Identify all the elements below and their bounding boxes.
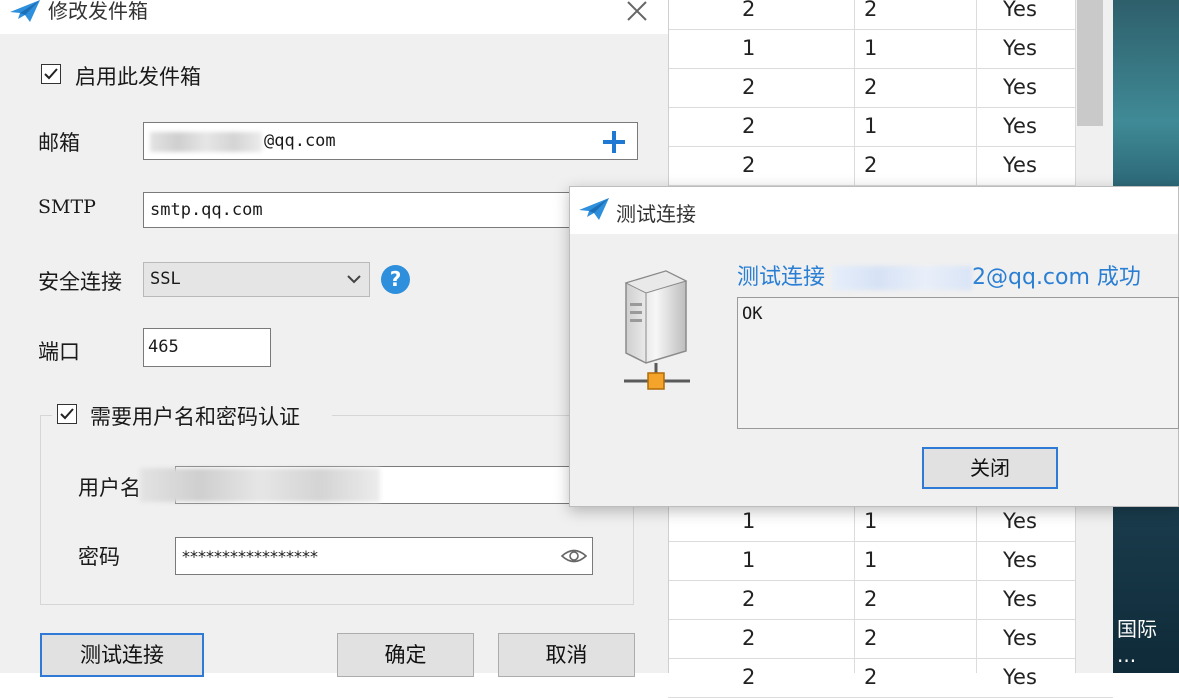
test-output-text: OK bbox=[742, 304, 763, 324]
chevron-down-icon bbox=[347, 275, 361, 284]
cell: 2 bbox=[742, 626, 756, 650]
cell: Yes bbox=[1003, 626, 1037, 650]
scrollbar-thumb[interactable] bbox=[1077, 0, 1103, 126]
checkmark-icon bbox=[44, 68, 58, 80]
email-field[interactable]: @qq.com bbox=[143, 122, 638, 160]
cell: 1 bbox=[742, 36, 756, 60]
paper-plane-icon bbox=[579, 198, 609, 220]
table-row[interactable]: 1 1 Yes bbox=[668, 29, 1113, 69]
username-label: 用户名 bbox=[78, 476, 141, 500]
cancel-button[interactable]: 取消 bbox=[498, 633, 635, 677]
close-icon[interactable] bbox=[622, 0, 652, 26]
test-connection-button[interactable]: 测试连接 bbox=[40, 633, 204, 677]
security-value: SSL bbox=[150, 269, 181, 289]
port-field[interactable]: 465 bbox=[143, 328, 271, 367]
smtp-label: SMTP bbox=[38, 196, 96, 218]
cell: 1 bbox=[742, 548, 756, 572]
paper-plane-icon bbox=[10, 0, 40, 22]
enable-outbox-checkbox[interactable] bbox=[41, 64, 61, 84]
cell: 2 bbox=[742, 153, 756, 177]
email-value: @qq.com bbox=[264, 131, 336, 151]
server-icon bbox=[624, 270, 690, 390]
cell: Yes bbox=[1003, 114, 1037, 138]
cell: 2 bbox=[864, 75, 878, 99]
message-prefix: 测试连接 bbox=[737, 265, 826, 290]
cell: 1 bbox=[864, 36, 878, 60]
cell: 2 bbox=[864, 0, 878, 21]
table-row[interactable]: 1 1 Yes bbox=[668, 541, 1113, 581]
port-label: 端口 bbox=[38, 340, 80, 364]
cell: Yes bbox=[1003, 587, 1037, 611]
cell: 2 bbox=[864, 626, 878, 650]
plus-icon[interactable] bbox=[602, 130, 626, 154]
dialog-titlebar: 测试连接 bbox=[570, 187, 1178, 234]
cell: 2 bbox=[864, 587, 878, 611]
cell: Yes bbox=[1003, 75, 1037, 99]
cell: 2 bbox=[742, 0, 756, 21]
auth-group bbox=[40, 415, 634, 605]
cell: Yes bbox=[1003, 0, 1037, 21]
redacted-text bbox=[150, 132, 262, 152]
smtp-value: smtp.qq.com bbox=[150, 200, 263, 220]
security-label: 安全连接 bbox=[38, 270, 122, 294]
cell: Yes bbox=[1003, 665, 1037, 689]
cell: 1 bbox=[864, 548, 878, 572]
dialog-titlebar: 修改发件箱 bbox=[0, 0, 668, 34]
table-row[interactable]: 2 1 Yes bbox=[668, 107, 1113, 147]
cell: Yes bbox=[1003, 509, 1037, 533]
security-select[interactable]: SSL bbox=[143, 262, 370, 297]
table-row[interactable]: 2 2 Yes bbox=[668, 0, 1113, 30]
redacted-text bbox=[832, 266, 973, 290]
password-field[interactable]: ***************** bbox=[175, 537, 593, 575]
cell: 2 bbox=[742, 114, 756, 138]
caption-line: 国际 bbox=[1117, 617, 1157, 641]
table-row[interactable]: 2 2 Yes bbox=[668, 146, 1113, 186]
message-suffix: 2@qq.com 成功 bbox=[972, 265, 1141, 290]
password-label: 密码 bbox=[78, 545, 120, 569]
dialog-title: 修改发件箱 bbox=[48, 0, 148, 23]
table-row[interactable]: 2 2 Yes bbox=[668, 580, 1113, 620]
table-row[interactable]: 1 1 Yes bbox=[668, 502, 1113, 542]
caption-line: ... bbox=[1117, 643, 1137, 667]
auth-label: 需要用户名和密码认证 bbox=[90, 405, 300, 429]
cell: 2 bbox=[742, 665, 756, 689]
cell: 1 bbox=[864, 114, 878, 138]
cell: 2 bbox=[864, 153, 878, 177]
ok-button[interactable]: 确定 bbox=[337, 633, 474, 677]
cell: 2 bbox=[742, 587, 756, 611]
checkmark-icon bbox=[60, 408, 74, 420]
cell: 1 bbox=[864, 509, 878, 533]
redacted-username bbox=[140, 468, 380, 502]
cell: Yes bbox=[1003, 153, 1037, 177]
test-result-message: 测试连接 2@qq.com 成功 bbox=[737, 259, 1141, 291]
cell: 2 bbox=[742, 75, 756, 99]
test-output-box[interactable]: OK bbox=[737, 297, 1179, 429]
table-row[interactable]: 2 2 Yes bbox=[668, 619, 1113, 659]
table-row[interactable]: 2 2 Yes bbox=[668, 658, 1113, 698]
cell: Yes bbox=[1003, 36, 1037, 60]
cell: 1 bbox=[742, 509, 756, 533]
email-label: 邮箱 bbox=[38, 131, 80, 155]
close-button[interactable]: 关闭 bbox=[922, 447, 1058, 489]
smtp-field[interactable]: smtp.qq.com bbox=[143, 192, 573, 228]
eye-icon[interactable] bbox=[560, 547, 588, 565]
auth-checkbox[interactable] bbox=[57, 404, 77, 424]
help-icon[interactable]: ? bbox=[381, 265, 410, 294]
cell: 2 bbox=[864, 665, 878, 689]
enable-outbox-label: 启用此发件箱 bbox=[75, 65, 201, 89]
test-connection-dialog: 测试连接 测试连接 2@qq.com 成功 OK 关闭 bbox=[569, 186, 1179, 507]
password-value: ***************** bbox=[182, 547, 318, 566]
cell: Yes bbox=[1003, 548, 1037, 572]
dialog-title: 测试连接 bbox=[616, 202, 696, 226]
table-row[interactable]: 2 2 Yes bbox=[668, 68, 1113, 108]
port-value: 465 bbox=[148, 337, 179, 357]
background-caption: 国际 ... bbox=[1117, 616, 1157, 668]
